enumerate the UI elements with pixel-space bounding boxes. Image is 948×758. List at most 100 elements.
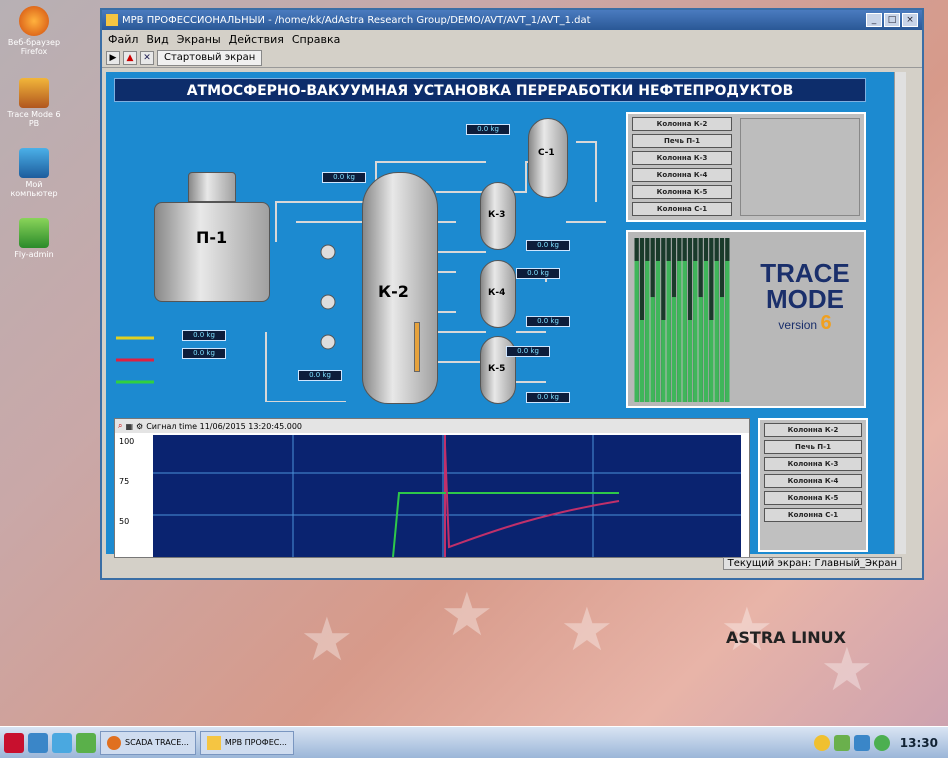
- level-bar: [645, 260, 650, 402]
- trace-mode-icon: [19, 78, 49, 108]
- furnace-chimney: [188, 172, 236, 202]
- task-mrv[interactable]: МРВ ПРОФЕС...: [199, 730, 294, 755]
- nav-button-p1[interactable]: Печь П-1: [764, 440, 862, 454]
- preview-area: [740, 118, 860, 216]
- nav-panel-top: Колонна К-2 Печь П-1 Колонна К-3 Колонна…: [626, 112, 866, 222]
- nav-button-k2[interactable]: Колонна К-2: [632, 117, 732, 131]
- desktop-icon-trace-mode[interactable]: Trace Mode 6 РВ: [4, 78, 64, 128]
- nav-button-c1[interactable]: Колонна С-1: [632, 202, 732, 216]
- task-scada-trace[interactable]: SCADA TRACE...: [100, 730, 196, 755]
- menu-actions[interactable]: Действия: [229, 33, 284, 46]
- menu-help[interactable]: Справка: [292, 33, 340, 46]
- tray-network-icon[interactable]: [833, 734, 850, 751]
- minimize-button[interactable]: _: [866, 13, 882, 27]
- window-titlebar[interactable]: МРВ ПРОФЕССИОНАЛЬНЫЙ - /home/kk/AdAstra …: [102, 10, 922, 30]
- logo-line-1: TRACE: [760, 258, 850, 288]
- level-bar: [671, 297, 677, 402]
- column-level-gauge: [414, 322, 420, 372]
- star-decoration: ★: [440, 580, 494, 650]
- pipe: [576, 141, 597, 202]
- chart-icon[interactable]: ▦: [125, 422, 133, 431]
- readout: 0.0 kg: [516, 268, 560, 279]
- column-k4-label: К-4: [488, 288, 506, 298]
- star-decoration: ★: [560, 595, 614, 665]
- mrv-window: МРВ ПРОФЕССИОНАЛЬНЫЙ - /home/kk/AdAstra …: [100, 8, 924, 580]
- star-decoration: ★: [300, 605, 354, 675]
- vertical-scrollbar[interactable]: [894, 72, 906, 554]
- tray-update-icon[interactable]: [873, 734, 890, 751]
- menu-screens[interactable]: Экраны: [177, 33, 221, 46]
- app-icon: [106, 14, 118, 26]
- readout: 0.0 kg: [298, 370, 342, 381]
- tray-weather-icon[interactable]: [813, 734, 830, 751]
- column-c1[interactable]: [528, 118, 568, 198]
- file-manager-icon[interactable]: [52, 732, 72, 753]
- alarm-icon[interactable]: ▲: [123, 50, 137, 65]
- desktop-icon-firefox[interactable]: Веб-браузер Firefox: [4, 6, 64, 56]
- trend-tick: 50: [119, 517, 130, 526]
- maximize-button[interactable]: □: [884, 13, 900, 27]
- pump-icon: [320, 294, 336, 310]
- trend-tick: 75: [119, 477, 130, 486]
- desktop-icon-label: Веб-браузер Firefox: [7, 38, 61, 56]
- trend-toolbar: ⌕ ▦ ⚙ Сигнал time 11/06/2015 13:20:45.00…: [115, 419, 749, 433]
- logo-version-text: version: [778, 318, 818, 332]
- zoom-icon[interactable]: ⌕: [118, 421, 122, 431]
- trace-mode-logo: TRACE MODE version 6: [750, 260, 860, 335]
- play-icon[interactable]: ▶: [106, 50, 120, 65]
- screen-title: АТМОСФЕРНО-ВАКУУМНАЯ УСТАНОВКА ПЕРЕРАБОТ…: [114, 78, 866, 102]
- task-label: МРВ ПРОФЕС...: [224, 738, 287, 747]
- desktop-icon-label: Trace Mode 6 РВ: [7, 110, 61, 128]
- level-bars: [634, 238, 730, 402]
- nav-button-c1[interactable]: Колонна С-1: [764, 508, 862, 522]
- logo-version-num: 6: [820, 312, 832, 334]
- furnace-p1[interactable]: П-1: [154, 172, 270, 302]
- start-menu-icon[interactable]: [4, 732, 24, 753]
- trace-mode-icon: [206, 735, 221, 750]
- nav-panel-bottom: Колонна К-2 Печь П-1 Колонна К-3 Колонна…: [758, 418, 868, 552]
- nav-button-k5[interactable]: Колонна К-5: [764, 491, 862, 505]
- computer-icon: [19, 148, 49, 178]
- readout: 0.0 kg: [526, 392, 570, 403]
- level-bar: [650, 297, 655, 402]
- level-bar: [639, 320, 645, 402]
- terminal-icon[interactable]: [76, 732, 96, 753]
- level-bar: [677, 260, 682, 402]
- show-desktop-icon[interactable]: [28, 732, 48, 753]
- nav-button-k3[interactable]: Колонна К-3: [632, 151, 732, 165]
- scada-screen: АТМОСФЕРНО-ВАКУУМНАЯ УСТАНОВКА ПЕРЕРАБОТ…: [106, 72, 906, 558]
- nav-button-p1[interactable]: Печь П-1: [632, 134, 732, 148]
- column-k3-label: К-3: [488, 210, 506, 220]
- readout: 0.0 kg: [322, 172, 366, 183]
- menu-view[interactable]: Вид: [146, 33, 168, 46]
- furnace-body: [154, 202, 270, 302]
- cross-arrows-icon[interactable]: ✕: [140, 50, 154, 65]
- menubar: Файл Вид Экраны Действия Справка: [102, 30, 922, 48]
- level-bar: [661, 320, 666, 402]
- column-k5-label: К-5: [488, 364, 506, 374]
- trend-plot: [153, 435, 741, 557]
- menu-file[interactable]: Файл: [108, 33, 138, 46]
- level-bar: [714, 260, 719, 402]
- level-bar: [687, 320, 693, 402]
- tray-volume-icon[interactable]: [853, 734, 870, 751]
- level-bar: [698, 297, 703, 402]
- nav-button-k2[interactable]: Колонна К-2: [764, 423, 862, 437]
- settings-icon[interactable]: ⚙: [136, 422, 143, 431]
- column-label: К-2: [378, 282, 409, 301]
- firefox-icon: [19, 6, 49, 36]
- nav-button-k3[interactable]: Колонна К-3: [764, 457, 862, 471]
- desktop-icon-fly-admin[interactable]: Fly-admin: [4, 218, 64, 259]
- nav-button-k4[interactable]: Колонна К-4: [764, 474, 862, 488]
- level-bar: [719, 297, 725, 402]
- close-button[interactable]: ×: [902, 13, 918, 27]
- tab-start-screen[interactable]: Стартовый экран: [157, 49, 263, 66]
- nav-button-k5[interactable]: Колонна К-5: [632, 185, 732, 199]
- desktop-icon-my-computer[interactable]: Мой компьютер: [4, 148, 64, 198]
- furnace-label: П-1: [196, 228, 228, 247]
- taskbar: SCADA TRACE... МРВ ПРОФЕС... 13:30: [0, 726, 948, 758]
- pump-icon: [320, 334, 336, 350]
- column-k2[interactable]: К-2: [362, 172, 438, 404]
- nav-button-k4[interactable]: Колонна К-4: [632, 168, 732, 182]
- nav-button-column: Колонна К-2 Печь П-1 Колонна К-3 Колонна…: [628, 117, 736, 216]
